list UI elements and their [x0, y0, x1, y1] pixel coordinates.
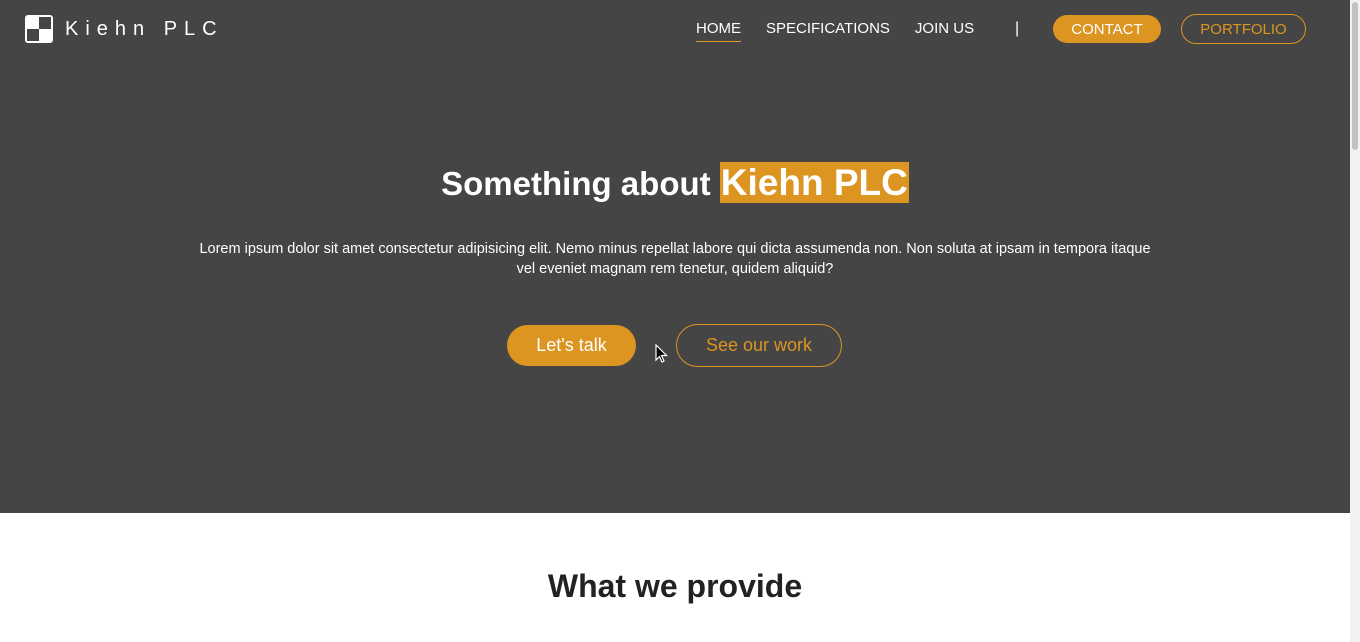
portfolio-button[interactable]: PORTFOLIO: [1181, 14, 1306, 44]
section-title: What we provide: [547, 568, 803, 604]
logo-text: Kiehn PLC: [65, 17, 224, 40]
hero-section: Kiehn PLC HOME SPECIFICATIONS JOIN US | …: [0, 0, 1350, 513]
hero-title: Something about Kiehn PLC: [0, 162, 1350, 205]
logo-link[interactable]: Kiehn PLC: [25, 15, 224, 43]
mouse-pointer-icon: [655, 344, 668, 363]
see-our-work-button[interactable]: See our work: [676, 324, 842, 367]
nav-divider: |: [1015, 20, 1020, 37]
nav-join-us[interactable]: JOIN US: [915, 20, 974, 42]
scrollbar[interactable]: [1350, 0, 1360, 642]
page: Kiehn PLC HOME SPECIFICATIONS JOIN US | …: [0, 0, 1350, 642]
contact-button[interactable]: CONTACT: [1053, 15, 1161, 43]
nav-specifications[interactable]: SPECIFICATIONS: [766, 20, 890, 42]
logo-icon: [25, 15, 53, 43]
hero-title-prefix: Something about: [441, 165, 711, 202]
hero-title-highlight: Kiehn PLC: [719, 162, 909, 203]
main-nav: HOME SPECIFICATIONS JOIN US: [696, 20, 999, 42]
lets-talk-button[interactable]: Let's talk: [507, 325, 636, 366]
hero-description: Lorem ipsum dolor sit amet consectetur a…: [199, 241, 1151, 277]
nav-home[interactable]: HOME: [696, 20, 741, 42]
scrollbar-thumb[interactable]: [1352, 2, 1358, 150]
